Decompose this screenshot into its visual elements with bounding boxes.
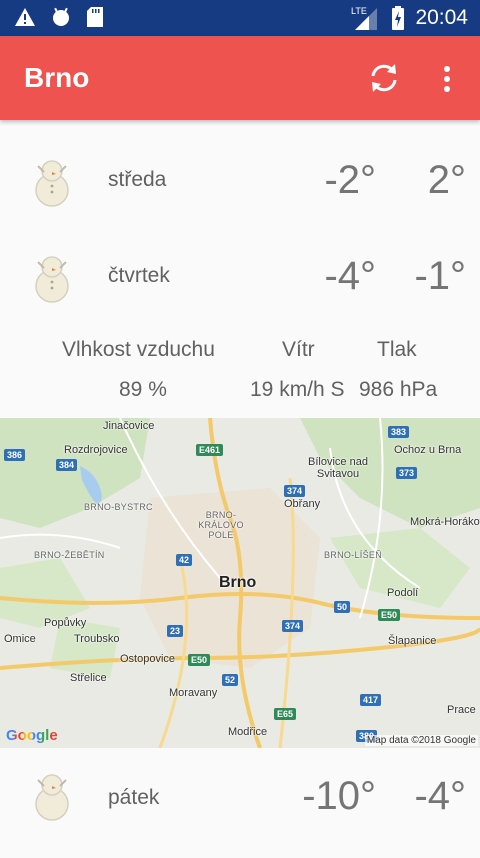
map-place: Střelice — [70, 672, 107, 684]
road-shield: 386 — [4, 449, 26, 461]
road-shield: E50 — [188, 654, 211, 666]
city-title: Brno — [24, 62, 90, 93]
map-place: BRNO-LÍŠEŇ — [324, 550, 383, 560]
overflow-menu-icon[interactable] — [432, 62, 462, 96]
road-shield: 417 — [360, 694, 382, 706]
google-logo: Google — [6, 727, 58, 744]
snowman-icon — [35, 774, 69, 821]
status-bar: LTE 20:04 — [0, 0, 480, 36]
network-label: LTE — [351, 6, 367, 16]
forecast-row[interactable]: pátek -10° -4° — [0, 762, 480, 858]
road-shield: 384 — [56, 459, 78, 471]
day-label: středa — [108, 168, 167, 191]
battery-charging-icon — [392, 6, 405, 30]
city-map[interactable]: Jinačovice Rozdrojovice Bílovice nad Svi… — [0, 418, 480, 748]
low-temp: -10° — [302, 774, 376, 818]
day-label: čtvrtek — [108, 264, 170, 287]
map-place: Omice — [4, 633, 36, 645]
wind-value: 19 km/h S — [250, 378, 345, 401]
warning-icon — [15, 8, 35, 26]
road-shield: 42 — [176, 554, 193, 566]
low-temp: -2° — [324, 158, 376, 202]
sd-card-icon — [87, 7, 103, 27]
map-place: Bílovice nad Svitavou — [308, 456, 368, 480]
map-place: Mokrá-Horákov — [410, 516, 480, 528]
map-place: Popůvky — [44, 617, 87, 629]
map-place: Prace — [447, 704, 476, 716]
road-shield: 374 — [282, 620, 304, 632]
road-shield: E65 — [274, 708, 297, 720]
pressure-label: Tlak — [377, 338, 417, 361]
humidity-value: 89 % — [119, 378, 167, 401]
map-place: Ochoz u Brna — [394, 444, 462, 456]
map-place: Modřice — [228, 726, 268, 738]
low-temp: -4° — [324, 254, 376, 298]
road-shield: 374 — [284, 485, 306, 497]
road-shield: E50 — [378, 609, 401, 621]
refresh-icon[interactable] — [366, 60, 402, 96]
map-place: BRNO-KRÁLOVO POLE — [198, 510, 244, 540]
map-place: BRNO-ŽEBĚTÍN — [34, 550, 105, 560]
high-temp: 2° — [427, 158, 466, 202]
road-shield: 50 — [334, 601, 351, 613]
clock: 20:04 — [415, 6, 468, 29]
map-city-label: Brno — [219, 574, 257, 591]
signal-icon: LTE — [351, 6, 378, 30]
forecast-row[interactable]: čtvrtek -4° -1° — [0, 228, 480, 324]
map-place: Podolí — [387, 587, 419, 599]
wind-label: Vítr — [282, 338, 315, 361]
road-shield: E461 — [196, 444, 224, 456]
map-place: Jinačovice — [103, 420, 155, 432]
snowman-icon — [35, 160, 69, 207]
android-icon — [53, 7, 69, 26]
pressure-value: 986 hPa — [359, 378, 438, 401]
map-place: Troubsko — [74, 633, 120, 645]
map-copyright[interactable]: Map data ©2018 Google — [364, 735, 478, 746]
high-temp: -4° — [414, 774, 466, 818]
snowman-icon — [35, 256, 69, 303]
map-place: Moravany — [169, 687, 218, 699]
map-place: Ostopovice — [120, 653, 176, 665]
weather-details: Vlhkost vzduchu 89 % Vítr 19 km/h S Tlak… — [0, 330, 480, 418]
map-place: Rozdrojovice — [64, 444, 128, 456]
map-place: Obřany — [284, 498, 321, 510]
road-shield: 383 — [388, 426, 410, 438]
app-bar: Brno — [0, 36, 480, 120]
map-place: BRNO-BYSTRC — [84, 502, 153, 512]
high-temp: -1° — [414, 254, 466, 298]
day-label: pátek — [108, 786, 160, 809]
map-place: Šlapanice — [388, 635, 437, 647]
road-shield: 23 — [167, 625, 184, 637]
road-shield: 52 — [222, 674, 239, 686]
forecast-row[interactable]: středa -2° 2° — [0, 132, 480, 228]
humidity-label: Vlhkost vzduchu — [62, 338, 215, 361]
road-shield: 373 — [396, 467, 418, 479]
